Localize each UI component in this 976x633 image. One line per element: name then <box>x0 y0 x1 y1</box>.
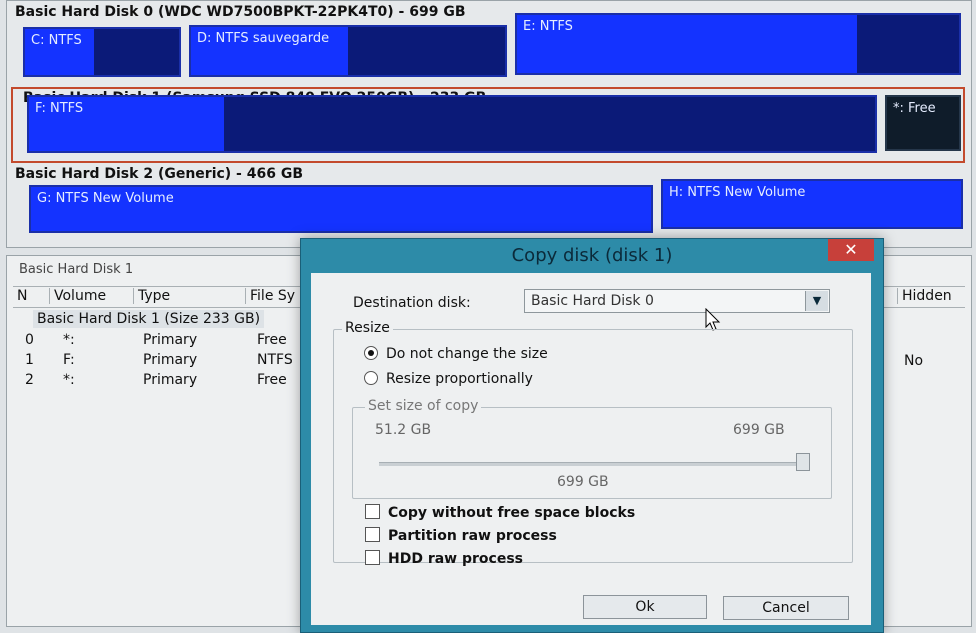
check-partition-raw[interactable]: Partition raw process <box>365 526 557 546</box>
size-of-copy-group: Set size of copy 51.2 GB 699 GB 699 GB <box>352 398 832 499</box>
partition-e[interactable]: E: NTFS <box>515 13 961 75</box>
cancel-button[interactable]: Cancel <box>723 596 849 620</box>
cell-fs: NTFS <box>257 352 293 368</box>
cell-volume: F: <box>63 352 75 368</box>
destination-disk-select[interactable]: Basic Hard Disk 0 ▼ <box>524 289 830 313</box>
cell-n: 1 <box>25 352 34 368</box>
copy-disk-dialog: Copy disk (disk 1) ✕ Destination disk: B… <box>300 238 884 633</box>
check-hdd-raw[interactable]: HDD raw process <box>365 549 523 569</box>
cell-fs: Free <box>257 372 287 388</box>
column-volume[interactable]: Volume <box>49 288 106 304</box>
column-filesystem[interactable]: File Sy <box>245 288 295 304</box>
size-current: 699 GB <box>557 474 609 490</box>
size-slider-thumb[interactable] <box>796 453 810 471</box>
checkbox-label: Partition raw process <box>388 528 557 544</box>
list-caption: Basic Hard Disk 1 <box>19 262 134 277</box>
cell-type: Primary <box>143 352 198 368</box>
partition-free[interactable]: *: Free <box>885 95 961 151</box>
partition-c[interactable]: C: NTFS <box>23 27 181 77</box>
column-n[interactable]: N <box>13 288 27 304</box>
partition-d[interactable]: D: NTFS sauvegarde <box>189 25 507 77</box>
size-group-label: Set size of copy <box>365 398 482 414</box>
dialog-title: Copy disk (disk 1) <box>511 245 673 266</box>
column-type[interactable]: Type <box>133 288 170 304</box>
size-slider-track[interactable] <box>379 462 803 466</box>
radio-keep-size[interactable]: Do not change the size <box>364 344 548 364</box>
cell-n: 0 <box>25 332 34 348</box>
radio-button[interactable] <box>364 371 378 385</box>
check-copy-without-free[interactable]: Copy without free space blocks <box>365 503 635 523</box>
chevron-down-icon[interactable]: ▼ <box>805 291 828 311</box>
partition-label: E: NTFS <box>523 19 573 34</box>
radio-prop-label: Resize proportionally <box>386 371 533 387</box>
size-max: 699 GB <box>733 422 785 438</box>
radio-button-selected[interactable] <box>364 346 378 360</box>
cell-type: Primary <box>143 332 198 348</box>
partition-label: D: NTFS sauvegarde <box>197 31 330 46</box>
checkbox-label: Copy without free space blocks <box>388 505 636 521</box>
partition-label: F: NTFS <box>35 101 84 116</box>
partition-f[interactable]: F: NTFS <box>27 95 877 153</box>
ok-button[interactable]: Ok <box>583 595 707 619</box>
partition-label: C: NTFS <box>31 33 82 48</box>
partition-h[interactable]: H: NTFS New Volume <box>661 179 963 229</box>
partition-label: H: NTFS New Volume <box>669 185 806 200</box>
checkbox[interactable] <box>365 550 380 565</box>
radio-keep-label: Do not change the size <box>386 346 548 362</box>
cell-volume: *: <box>63 332 75 348</box>
close-button[interactable]: ✕ <box>828 239 874 261</box>
cell-fs: Free <box>257 332 287 348</box>
checkbox-label: HDD raw process <box>388 551 523 567</box>
cell-volume: *: <box>63 372 75 388</box>
partition-label: *: Free <box>893 101 936 116</box>
partition-g[interactable]: G: NTFS New Volume <box>29 185 653 233</box>
radio-resize-proportionally[interactable]: Resize proportionally <box>364 369 533 389</box>
disk-row-1[interactable]: Basic Hard Disk 1 (Samsung SSD 840 EVO 2… <box>11 87 965 163</box>
disk-row-0[interactable]: Basic Hard Disk 0 (WDC WD7500BPKT-22PK4T… <box>15 3 963 79</box>
partition-label: G: NTFS New Volume <box>37 191 174 206</box>
cell-type: Primary <box>143 372 198 388</box>
size-min: 51.2 GB <box>375 422 432 438</box>
close-icon: ✕ <box>844 240 858 259</box>
disk-row-2[interactable]: Basic Hard Disk 2 (Generic) - 466 GB G: … <box>15 165 963 237</box>
cell-n: 2 <box>25 372 34 388</box>
hidden-value: No <box>904 353 924 369</box>
resize-label: Resize <box>342 320 393 336</box>
checkbox[interactable] <box>365 504 380 519</box>
checkbox[interactable] <box>365 527 380 542</box>
destination-label: Destination disk: <box>353 295 471 311</box>
destination-value: Basic Hard Disk 0 <box>531 293 654 309</box>
disk-map-panel: Basic Hard Disk 0 (WDC WD7500BPKT-22PK4T… <box>6 0 972 248</box>
column-hidden[interactable]: Hidden <box>897 288 952 304</box>
list-group-header[interactable]: Basic Hard Disk 1 (Size 233 GB) <box>33 310 265 328</box>
dialog-body: Destination disk: Basic Hard Disk 0 ▼ Re… <box>311 273 871 625</box>
